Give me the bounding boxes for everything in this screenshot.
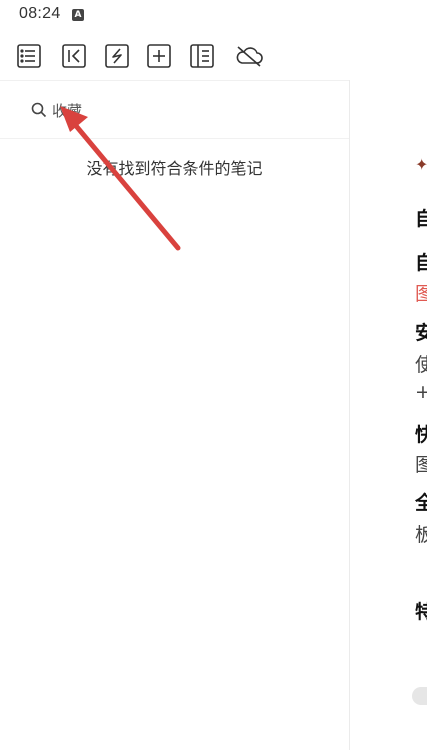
preview-line: 全 xyxy=(415,492,427,514)
preview-toggle[interactable] xyxy=(412,687,427,705)
empty-result-message: 没有找到符合条件的笔记 xyxy=(86,159,263,178)
preview-line: 板 xyxy=(415,524,427,546)
preview-line: 快 xyxy=(415,424,427,446)
list-icon[interactable] xyxy=(15,42,43,70)
notification-a-icon: A xyxy=(72,9,84,21)
preview-line: 自 xyxy=(415,252,427,274)
preview-line: + xyxy=(415,381,427,403)
preview-line: 特 xyxy=(415,601,427,623)
lightning-icon[interactable] xyxy=(103,42,131,70)
search-icon xyxy=(31,102,47,118)
plus-icon[interactable] xyxy=(145,42,173,70)
collapse-left-icon[interactable] xyxy=(60,42,88,70)
rocket-emoji-icon: ✦ xyxy=(415,155,427,174)
notes-list-pane: 没有找到符合条件的笔记 xyxy=(0,80,350,750)
preview-line: 图 xyxy=(415,283,427,305)
preview-heading: 自 xyxy=(415,208,427,230)
toolbar xyxy=(0,34,427,80)
preview-line: 使 xyxy=(415,354,427,376)
search-bar xyxy=(0,81,349,139)
search-input[interactable] xyxy=(52,98,332,122)
editor-preview-pane: ✦ 自 自 图 安 使 + 快 图 全 板 特 xyxy=(350,80,427,750)
status-time: 08:24 xyxy=(19,5,61,22)
cloud-off-icon[interactable] xyxy=(233,42,265,70)
status-bar: 08:24 A xyxy=(0,0,427,30)
sidebar-panel-icon[interactable] xyxy=(188,42,216,70)
preview-line: 图 xyxy=(415,454,427,476)
preview-line: 安 xyxy=(415,322,427,344)
